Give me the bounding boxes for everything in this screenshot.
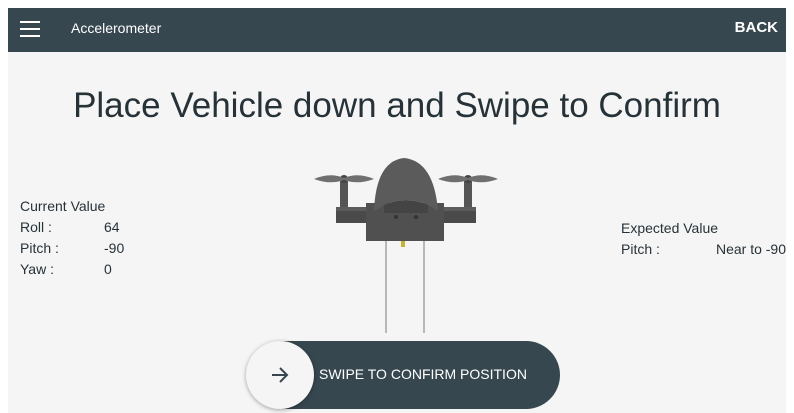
app-screen: Accelerometer BACK Place Vehicle down an… [8,8,786,413]
swipe-handle[interactable] [246,341,314,409]
yaw-row: Yaw : 0 [20,259,150,280]
current-value-title: Current Value [20,198,106,214]
roll-label: Roll : [20,219,52,235]
back-button[interactable]: BACK [735,19,778,36]
yaw-value: 0 [104,261,112,277]
expected-value-title: Expected Value [621,220,719,236]
pitch-row: Pitch : -90 [20,238,150,259]
roll-value: 64 [104,219,120,235]
arrow-right-icon [272,367,289,383]
app-bar: Accelerometer BACK [8,8,786,52]
expected-value-panel: Expected Value Pitch : Near to -90 [621,218,786,260]
expected-pitch-label: Pitch : [621,241,660,257]
current-value-panel: Current Value Roll : 64 Pitch : -90 Yaw … [20,196,150,280]
yaw-label: Yaw : [20,261,54,277]
pitch-value: -90 [104,240,125,256]
expected-pitch-value: Near to -90 [715,241,786,257]
pitch-label: Pitch : [20,240,59,256]
drone-icon [300,145,510,345]
expected-pitch-row: Pitch : Near to -90 [621,239,786,260]
roll-row: Roll : 64 [20,217,150,238]
hamburger-menu-icon[interactable] [20,21,40,37]
swipe-label: SWIPE TO CONFIRM POSITION [319,366,527,382]
app-title: Accelerometer [71,20,162,36]
page-title: Place Vehicle down and Swipe to Confirm [73,86,721,125]
